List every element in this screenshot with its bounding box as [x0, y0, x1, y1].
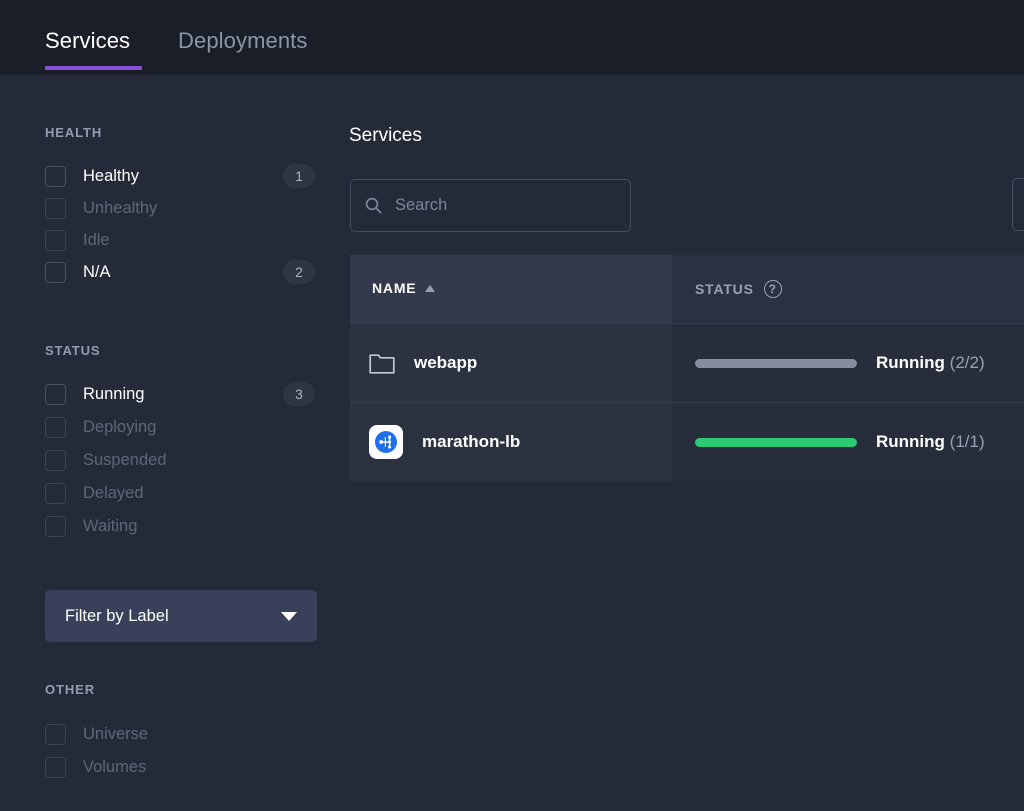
marathon-lb-app-icon	[369, 425, 403, 459]
section-title-other: OTHER	[45, 682, 95, 697]
chevron-down-icon	[281, 611, 297, 621]
active-tab-indicator	[45, 66, 142, 70]
status-instance-count: (1/1)	[949, 432, 985, 451]
checkbox-status-deploying[interactable]	[45, 416, 66, 438]
status-instance-count: (2/2)	[949, 353, 985, 372]
filter-status-delayed[interactable]: Delayed	[45, 477, 315, 509]
tab-deployments[interactable]: Deployments	[178, 28, 308, 54]
filter-health-idle[interactable]: Idle	[45, 224, 315, 256]
filter-health-unhealthy[interactable]: Unhealthy	[45, 192, 315, 224]
cell-status: Running (1/1)	[672, 432, 985, 452]
filter-label: Unhealthy	[83, 198, 158, 217]
status-text: Running (1/1)	[876, 432, 985, 451]
column-header-label: NAME	[372, 280, 417, 296]
filter-status-suspended[interactable]: Suspended	[45, 444, 315, 476]
column-header-name[interactable]: NAME	[372, 280, 436, 296]
filter-health-na[interactable]: N/A 2	[45, 256, 315, 288]
checkbox-health-na[interactable]	[45, 261, 66, 283]
filter-count-badge: 3	[283, 382, 315, 406]
table-header-row: NAME STATUS ?	[350, 255, 1024, 323]
table-row[interactable]: webapp Running (2/2)	[350, 323, 1024, 402]
column-header-status[interactable]: STATUS ?	[695, 280, 782, 298]
filter-status-deploying[interactable]: Deploying	[45, 411, 315, 443]
status-text: Running (2/2)	[876, 353, 985, 372]
filter-by-label-text: Filter by Label	[65, 606, 169, 625]
filter-by-label-dropdown[interactable]: Filter by Label	[45, 590, 317, 642]
filter-label: Healthy	[83, 166, 139, 185]
page-title: Services	[349, 125, 422, 146]
cell-name: webapp	[350, 352, 672, 374]
services-table: NAME STATUS ? webapp Running (2/2) marat…	[350, 255, 1024, 481]
checkbox-status-running[interactable]	[45, 383, 66, 405]
service-name: marathon-lb	[422, 432, 521, 451]
column-header-label: STATUS	[695, 281, 754, 297]
filter-label: Waiting	[83, 516, 138, 535]
search-icon	[365, 197, 382, 214]
filter-label: Deploying	[83, 417, 157, 436]
section-title-status: STATUS	[45, 343, 101, 358]
filter-label: Suspended	[83, 450, 167, 469]
filter-status-waiting[interactable]: Waiting	[45, 510, 315, 542]
filter-sidebar: HEALTH Healthy 1 Unhealthy Idle N/A 2 ST…	[0, 75, 340, 811]
filter-count-badge: 2	[283, 260, 315, 284]
checkbox-health-healthy[interactable]	[45, 165, 66, 187]
filter-label: Delayed	[83, 483, 144, 502]
cell-status: Running (2/2)	[672, 353, 985, 373]
top-tab-bar: Services Deployments	[0, 0, 1024, 75]
filter-health-healthy[interactable]: Healthy 1	[45, 160, 315, 192]
filter-label: N/A	[83, 262, 111, 281]
checkbox-other-universe[interactable]	[45, 723, 66, 745]
checkbox-health-idle[interactable]	[45, 229, 66, 251]
search-input[interactable]	[395, 196, 605, 215]
status-progress-bar	[695, 437, 857, 447]
secondary-control-cutoff[interactable]	[1012, 178, 1024, 231]
question-mark-icon[interactable]: ?	[763, 280, 782, 298]
main-content: Services NAME STATUS ?	[340, 75, 1024, 811]
search-box[interactable]	[350, 179, 631, 232]
sort-ascending-icon	[425, 284, 436, 292]
filter-label: Universe	[83, 724, 149, 743]
checkbox-health-unhealthy[interactable]	[45, 197, 66, 219]
filter-count-badge: 1	[283, 164, 315, 188]
filter-other-universe[interactable]: Universe	[45, 718, 315, 750]
checkbox-status-delayed[interactable]	[45, 482, 66, 504]
filter-other-volumes[interactable]: Volumes	[45, 751, 315, 783]
section-title-health: HEALTH	[45, 125, 103, 140]
service-name: webapp	[414, 353, 478, 372]
table-row[interactable]: marathon-lb Running (1/1)	[350, 402, 1024, 481]
tab-services[interactable]: Services	[45, 28, 130, 54]
folder-icon	[369, 354, 395, 374]
checkbox-other-volumes[interactable]	[45, 756, 66, 778]
checkbox-status-waiting[interactable]	[45, 515, 66, 537]
filter-label: Running	[83, 384, 145, 403]
cell-name: marathon-lb	[350, 425, 672, 459]
filter-status-running[interactable]: Running 3	[45, 378, 315, 410]
filter-label: Idle	[83, 230, 110, 249]
filter-label: Volumes	[83, 757, 147, 776]
checkbox-status-suspended[interactable]	[45, 449, 66, 471]
status-progress-bar	[695, 358, 857, 368]
